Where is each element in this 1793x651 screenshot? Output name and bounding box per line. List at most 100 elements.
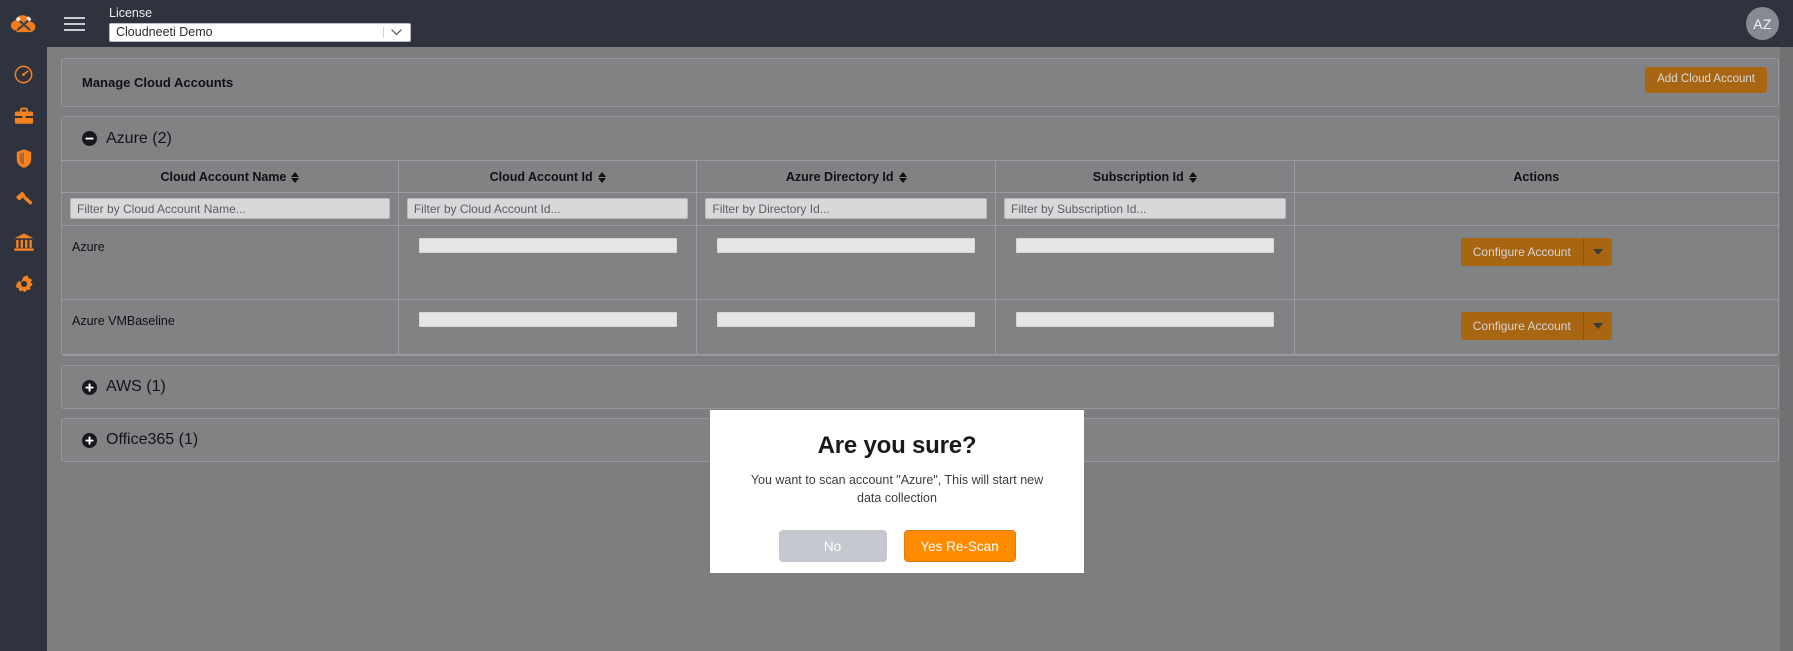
sort-toggle-icon[interactable] (1188, 171, 1197, 183)
group-aws-header[interactable]: AWS (1) (61, 365, 1779, 409)
table-filter-row (62, 192, 1778, 226)
yes-rescan-button[interactable]: Yes Re-Scan (903, 530, 1016, 562)
license-label: License (109, 5, 153, 20)
sort-toggle-icon[interactable] (898, 171, 907, 183)
plus-circle-icon (82, 432, 97, 448)
cell-actions: Configure Account (1293, 225, 1778, 300)
cell-cloud-account-id (397, 225, 697, 300)
account-name-text: Azure VMBaseline (72, 314, 175, 328)
cell-actions: Configure Account (1293, 299, 1778, 355)
column-header-cloud-account-id[interactable]: Cloud Account Id (397, 160, 697, 193)
column-header-label: Cloud Account Name (160, 170, 287, 184)
sidebar-item-settings[interactable] (0, 263, 47, 305)
column-header-cloud-account-name[interactable]: Cloud Account Name (62, 160, 399, 193)
table-row: Azure VMBaseline Configure Account (62, 299, 1778, 355)
confirm-rescan-dialog: Are you sure? You want to scan account "… (710, 410, 1084, 573)
account-name-text: Azure (72, 240, 105, 254)
no-button[interactable]: No (778, 530, 887, 562)
minus-circle-icon (82, 131, 97, 146)
configure-account-button[interactable]: Configure Account (1460, 312, 1583, 340)
gavel-icon (15, 191, 32, 205)
sidebar-item-business[interactable] (0, 95, 47, 137)
page-header-card: Manage Cloud Accounts Add Cloud Account (61, 58, 1779, 107)
column-header-label: Azure Directory Id (785, 170, 894, 184)
configure-account-dropdown-toggle[interactable] (1583, 238, 1612, 266)
cell-azure-directory-id (696, 299, 996, 355)
sort-toggle-icon[interactable] (291, 171, 300, 183)
sidebar-item-governance[interactable] (0, 221, 47, 263)
vertical-scrollbar[interactable] (1780, 47, 1793, 651)
group-azure-title: Azure (2) (106, 129, 172, 147)
hamburger-bar (63, 22, 85, 25)
cell-cloud-account-name: Azure (62, 225, 399, 300)
group-azure-body: Cloud Account Name Cloud Account Id Azur… (61, 160, 1779, 356)
sidebar-item-dashboard[interactable] (0, 53, 47, 95)
column-header-label: Subscription Id (1092, 170, 1184, 184)
cell-azure-directory-id (696, 225, 996, 300)
top-bar: License Cloudneeti Demo AZ (0, 0, 1793, 47)
cell-cloud-account-name: Azure VMBaseline (62, 299, 399, 355)
cell-subscription-id (994, 225, 1295, 300)
column-header-actions: Actions (1293, 160, 1778, 193)
filter-input-subscription-id[interactable] (1003, 198, 1286, 219)
dialog-actions: No Yes Re-Scan (778, 530, 1016, 562)
redacted-value (1015, 238, 1274, 253)
filter-input-cloud-account-id[interactable] (406, 198, 689, 219)
configure-account-dropdown-toggle[interactable] (1583, 312, 1612, 340)
filter-input-azure-directory-id[interactable] (705, 198, 987, 219)
filter-cell-subscription-id (994, 192, 1295, 226)
sidebar-item-security[interactable] (0, 137, 47, 179)
page-title: Manage Cloud Accounts (82, 75, 234, 90)
bank-icon (13, 233, 34, 251)
application-window: License Cloudneeti Demo AZ Manage Cloud … (0, 0, 1793, 651)
gear-icon (15, 275, 32, 292)
table-row: Azure Configure Account (62, 225, 1778, 300)
filter-cell-azure-directory-id (696, 192, 996, 226)
filter-input-cloud-account-name[interactable] (70, 198, 390, 219)
plus-circle-icon (82, 379, 97, 395)
group-aws: AWS (1) (61, 365, 1779, 409)
filter-cell-actions (1293, 192, 1778, 226)
configure-account-split-button: Configure Account (1460, 312, 1612, 340)
table-header-row: Cloud Account Name Cloud Account Id Azur… (62, 160, 1778, 193)
group-office365-title: Office365 (1) (106, 431, 199, 448)
redacted-value (418, 312, 677, 327)
group-aws-title: AWS (1) (106, 378, 166, 395)
app-logo[interactable] (0, 0, 47, 47)
cloud-accounts-table: Cloud Account Name Cloud Account Id Azur… (62, 160, 1778, 355)
group-azure-header[interactable]: Azure (2) (61, 116, 1779, 160)
license-select[interactable]: Cloudneeti Demo (109, 22, 411, 42)
filter-cell-cloud-account-name (62, 192, 399, 226)
redacted-value (1015, 312, 1274, 327)
dashboard-speedometer-icon (14, 65, 33, 83)
license-selector-block: License Cloudneeti Demo (109, 6, 411, 42)
sidebar-item-compliance[interactable] (0, 179, 47, 221)
cell-cloud-account-id (397, 299, 697, 355)
briefcase-icon (14, 107, 33, 124)
redacted-value (418, 238, 677, 253)
filter-cell-cloud-account-id (397, 192, 697, 226)
sort-toggle-icon[interactable] (597, 171, 606, 183)
dialog-title: Are you sure? (817, 432, 977, 459)
column-header-azure-directory-id[interactable]: Azure Directory Id (696, 160, 996, 193)
column-header-label: Cloud Account Id (489, 170, 593, 184)
avatar[interactable]: AZ (1746, 7, 1779, 40)
chevron-down-icon (391, 28, 402, 36)
hamburger-bar (63, 28, 85, 31)
column-header-subscription-id[interactable]: Subscription Id (994, 160, 1295, 193)
hamburger-menu-icon[interactable] (57, 0, 91, 47)
hamburger-bar (63, 16, 85, 19)
add-cloud-account-button[interactable]: Add Cloud Account (1645, 67, 1767, 93)
configure-account-button[interactable]: Configure Account (1460, 238, 1583, 266)
redacted-value (717, 312, 976, 327)
license-select-value: Cloudneeti Demo (116, 25, 213, 39)
license-select-separator (383, 26, 384, 38)
group-azure: Azure (2) Cloud Account Name Cloud Accou… (61, 116, 1779, 356)
sidebar (0, 47, 47, 651)
cell-subscription-id (994, 299, 1295, 355)
configure-account-split-button: Configure Account (1460, 238, 1612, 266)
caret-down-icon (1592, 323, 1603, 329)
column-header-label: Actions (1513, 170, 1560, 184)
shield-icon (16, 148, 31, 168)
dialog-message: You want to scan account "Azure", This w… (750, 473, 1044, 505)
